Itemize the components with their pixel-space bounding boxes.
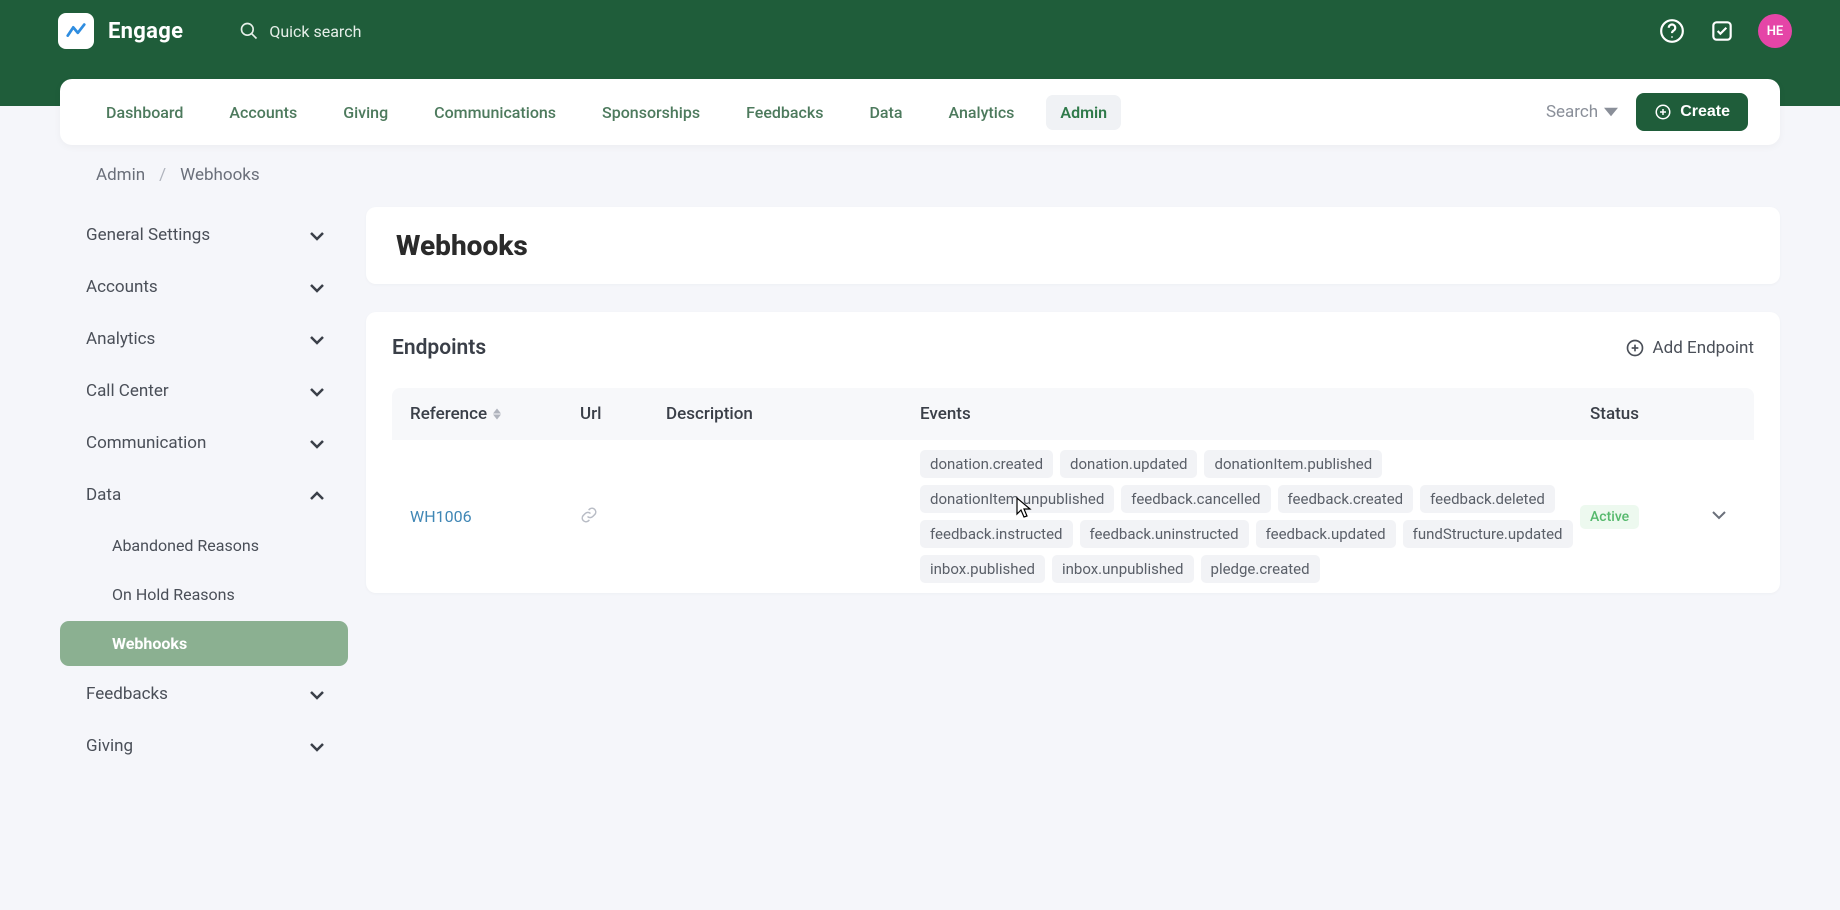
topbar: Engage Quick search HE — [0, 0, 1840, 62]
cell-url[interactable] — [580, 506, 666, 528]
nav-tab-feedbacks[interactable]: Feedbacks — [732, 95, 837, 130]
breadcrumb-root[interactable]: Admin — [96, 165, 145, 185]
event-tag: inbox.unpublished — [1052, 555, 1194, 583]
sidebar-item-accounts[interactable]: Accounts — [60, 263, 348, 311]
sidebar-item-label: Call Center — [86, 381, 169, 401]
col-description: Description — [666, 404, 920, 424]
event-tag: feedback.uninstructed — [1080, 520, 1249, 548]
nav-tab-admin[interactable]: Admin — [1046, 95, 1121, 130]
sidebar-item-label: Data — [86, 485, 121, 505]
sidebar-item-general-settings[interactable]: General Settings — [60, 211, 348, 259]
event-tag: pledge.created — [1201, 555, 1320, 583]
quick-search-label: Quick search — [269, 22, 361, 41]
breadcrumb-sep: / — [159, 165, 166, 185]
sidebar-item-label: General Settings — [86, 225, 210, 245]
sidebar-subitem-on-hold-reasons[interactable]: On Hold Reasons — [60, 572, 348, 617]
sidebar-item-giving[interactable]: Giving — [60, 722, 348, 770]
sidebar-subitem-abandoned-reasons[interactable]: Abandoned Reasons — [60, 523, 348, 568]
chevron-down-icon — [310, 687, 324, 701]
chevron-down-icon — [310, 436, 324, 450]
event-tag: feedback.created — [1278, 485, 1414, 513]
brand-name: Engage — [108, 19, 183, 44]
event-tag: donation.created — [920, 450, 1053, 478]
sort-icon — [493, 408, 501, 420]
page-title-card: Webhooks — [366, 207, 1780, 284]
chevron-down-icon — [310, 384, 324, 398]
nav-tab-dashboard[interactable]: Dashboard — [92, 95, 197, 130]
chevron-up-icon — [310, 488, 324, 502]
search-icon — [239, 21, 259, 41]
plus-circle-icon — [1625, 338, 1645, 358]
page-title: Webhooks — [396, 229, 1750, 262]
sidebar-item-label: Communication — [86, 433, 206, 453]
tasks-icon[interactable] — [1708, 17, 1736, 45]
search-dd-label: Search — [1546, 102, 1598, 122]
chevron-down-icon — [310, 280, 324, 294]
add-endpoint-label: Add Endpoint — [1653, 338, 1754, 358]
nav-tab-giving[interactable]: Giving — [329, 95, 402, 130]
help-icon[interactable] — [1658, 17, 1686, 45]
table-header: Reference Url Description Events Status — [392, 388, 1754, 440]
nav-tab-accounts[interactable]: Accounts — [215, 95, 311, 130]
sidebar-item-label: Giving — [86, 736, 133, 756]
sidebar-item-communication[interactable]: Communication — [60, 419, 348, 467]
nav-tab-analytics[interactable]: Analytics — [935, 95, 1029, 130]
avatar[interactable]: HE — [1758, 14, 1792, 48]
sidebar-item-call-center[interactable]: Call Center — [60, 367, 348, 415]
plus-circle-icon — [1654, 103, 1672, 121]
add-endpoint-button[interactable]: Add Endpoint — [1625, 338, 1754, 358]
col-status: Status — [1590, 404, 1736, 424]
sidebar-item-label: Feedbacks — [86, 684, 168, 704]
event-tag: donationItem.published — [1204, 450, 1382, 478]
sidebar-subitem-webhooks[interactable]: Webhooks — [60, 621, 348, 666]
app-logo[interactable] — [58, 13, 94, 49]
cell-status: Active — [1580, 505, 1726, 529]
breadcrumb: Admin / Webhooks — [60, 145, 1780, 185]
event-tag: feedback.instructed — [920, 520, 1073, 548]
cell-reference[interactable]: WH1006 — [410, 507, 580, 526]
sidebar-item-analytics[interactable]: Analytics — [60, 315, 348, 363]
create-button[interactable]: Create — [1636, 93, 1748, 131]
status-badge: Active — [1580, 505, 1639, 529]
col-reference[interactable]: Reference — [410, 404, 580, 424]
event-tag: feedback.cancelled — [1121, 485, 1270, 513]
chevron-down-icon — [310, 332, 324, 346]
caret-down-icon — [1604, 105, 1618, 119]
sidebar-item-label: Accounts — [86, 277, 158, 297]
event-tag: inbox.published — [920, 555, 1045, 583]
admin-sidebar: General Settings Accounts Analytics Call Ce… — [60, 207, 348, 774]
section-title: Endpoints — [392, 336, 486, 360]
event-tag: donation.updated — [1060, 450, 1197, 478]
main-nav: Dashboard Accounts Giving Communications Spo… — [60, 79, 1780, 145]
col-events: Events — [920, 404, 1590, 424]
table-body: WH1006 donation.createddonation.updatedd… — [392, 440, 1754, 593]
sidebar-item-data[interactable]: Data — [60, 471, 348, 519]
sidebar-item-label: Analytics — [86, 329, 155, 349]
breadcrumb-current: Webhooks — [180, 165, 260, 185]
event-tag: fundStructure.updated — [1403, 520, 1573, 548]
event-tag: feedback.updated — [1256, 520, 1396, 548]
nav-tab-sponsorships[interactable]: Sponsorships — [588, 95, 714, 130]
create-label: Create — [1680, 103, 1730, 121]
link-icon — [580, 506, 598, 524]
chevron-down-icon — [310, 739, 324, 753]
endpoints-card: Endpoints Add Endpoint Reference — [366, 312, 1780, 593]
table-row[interactable]: WH1006 donation.createddonation.updatedd… — [392, 440, 1744, 593]
nav-tab-communications[interactable]: Communications — [420, 95, 570, 130]
cell-events: donation.createddonation.updateddonation… — [920, 450, 1580, 583]
expand-row-icon[interactable] — [1712, 507, 1726, 526]
chevron-down-icon — [310, 228, 324, 242]
event-tag: donationItem.unpublished — [920, 485, 1114, 513]
quick-search[interactable]: Quick search — [239, 21, 361, 41]
event-tag: feedback.deleted — [1420, 485, 1555, 513]
nav-tab-data[interactable]: Data — [855, 95, 916, 130]
search-dropdown[interactable]: Search — [1546, 102, 1618, 122]
sidebar-item-feedbacks[interactable]: Feedbacks — [60, 670, 348, 718]
col-url: Url — [580, 404, 666, 424]
